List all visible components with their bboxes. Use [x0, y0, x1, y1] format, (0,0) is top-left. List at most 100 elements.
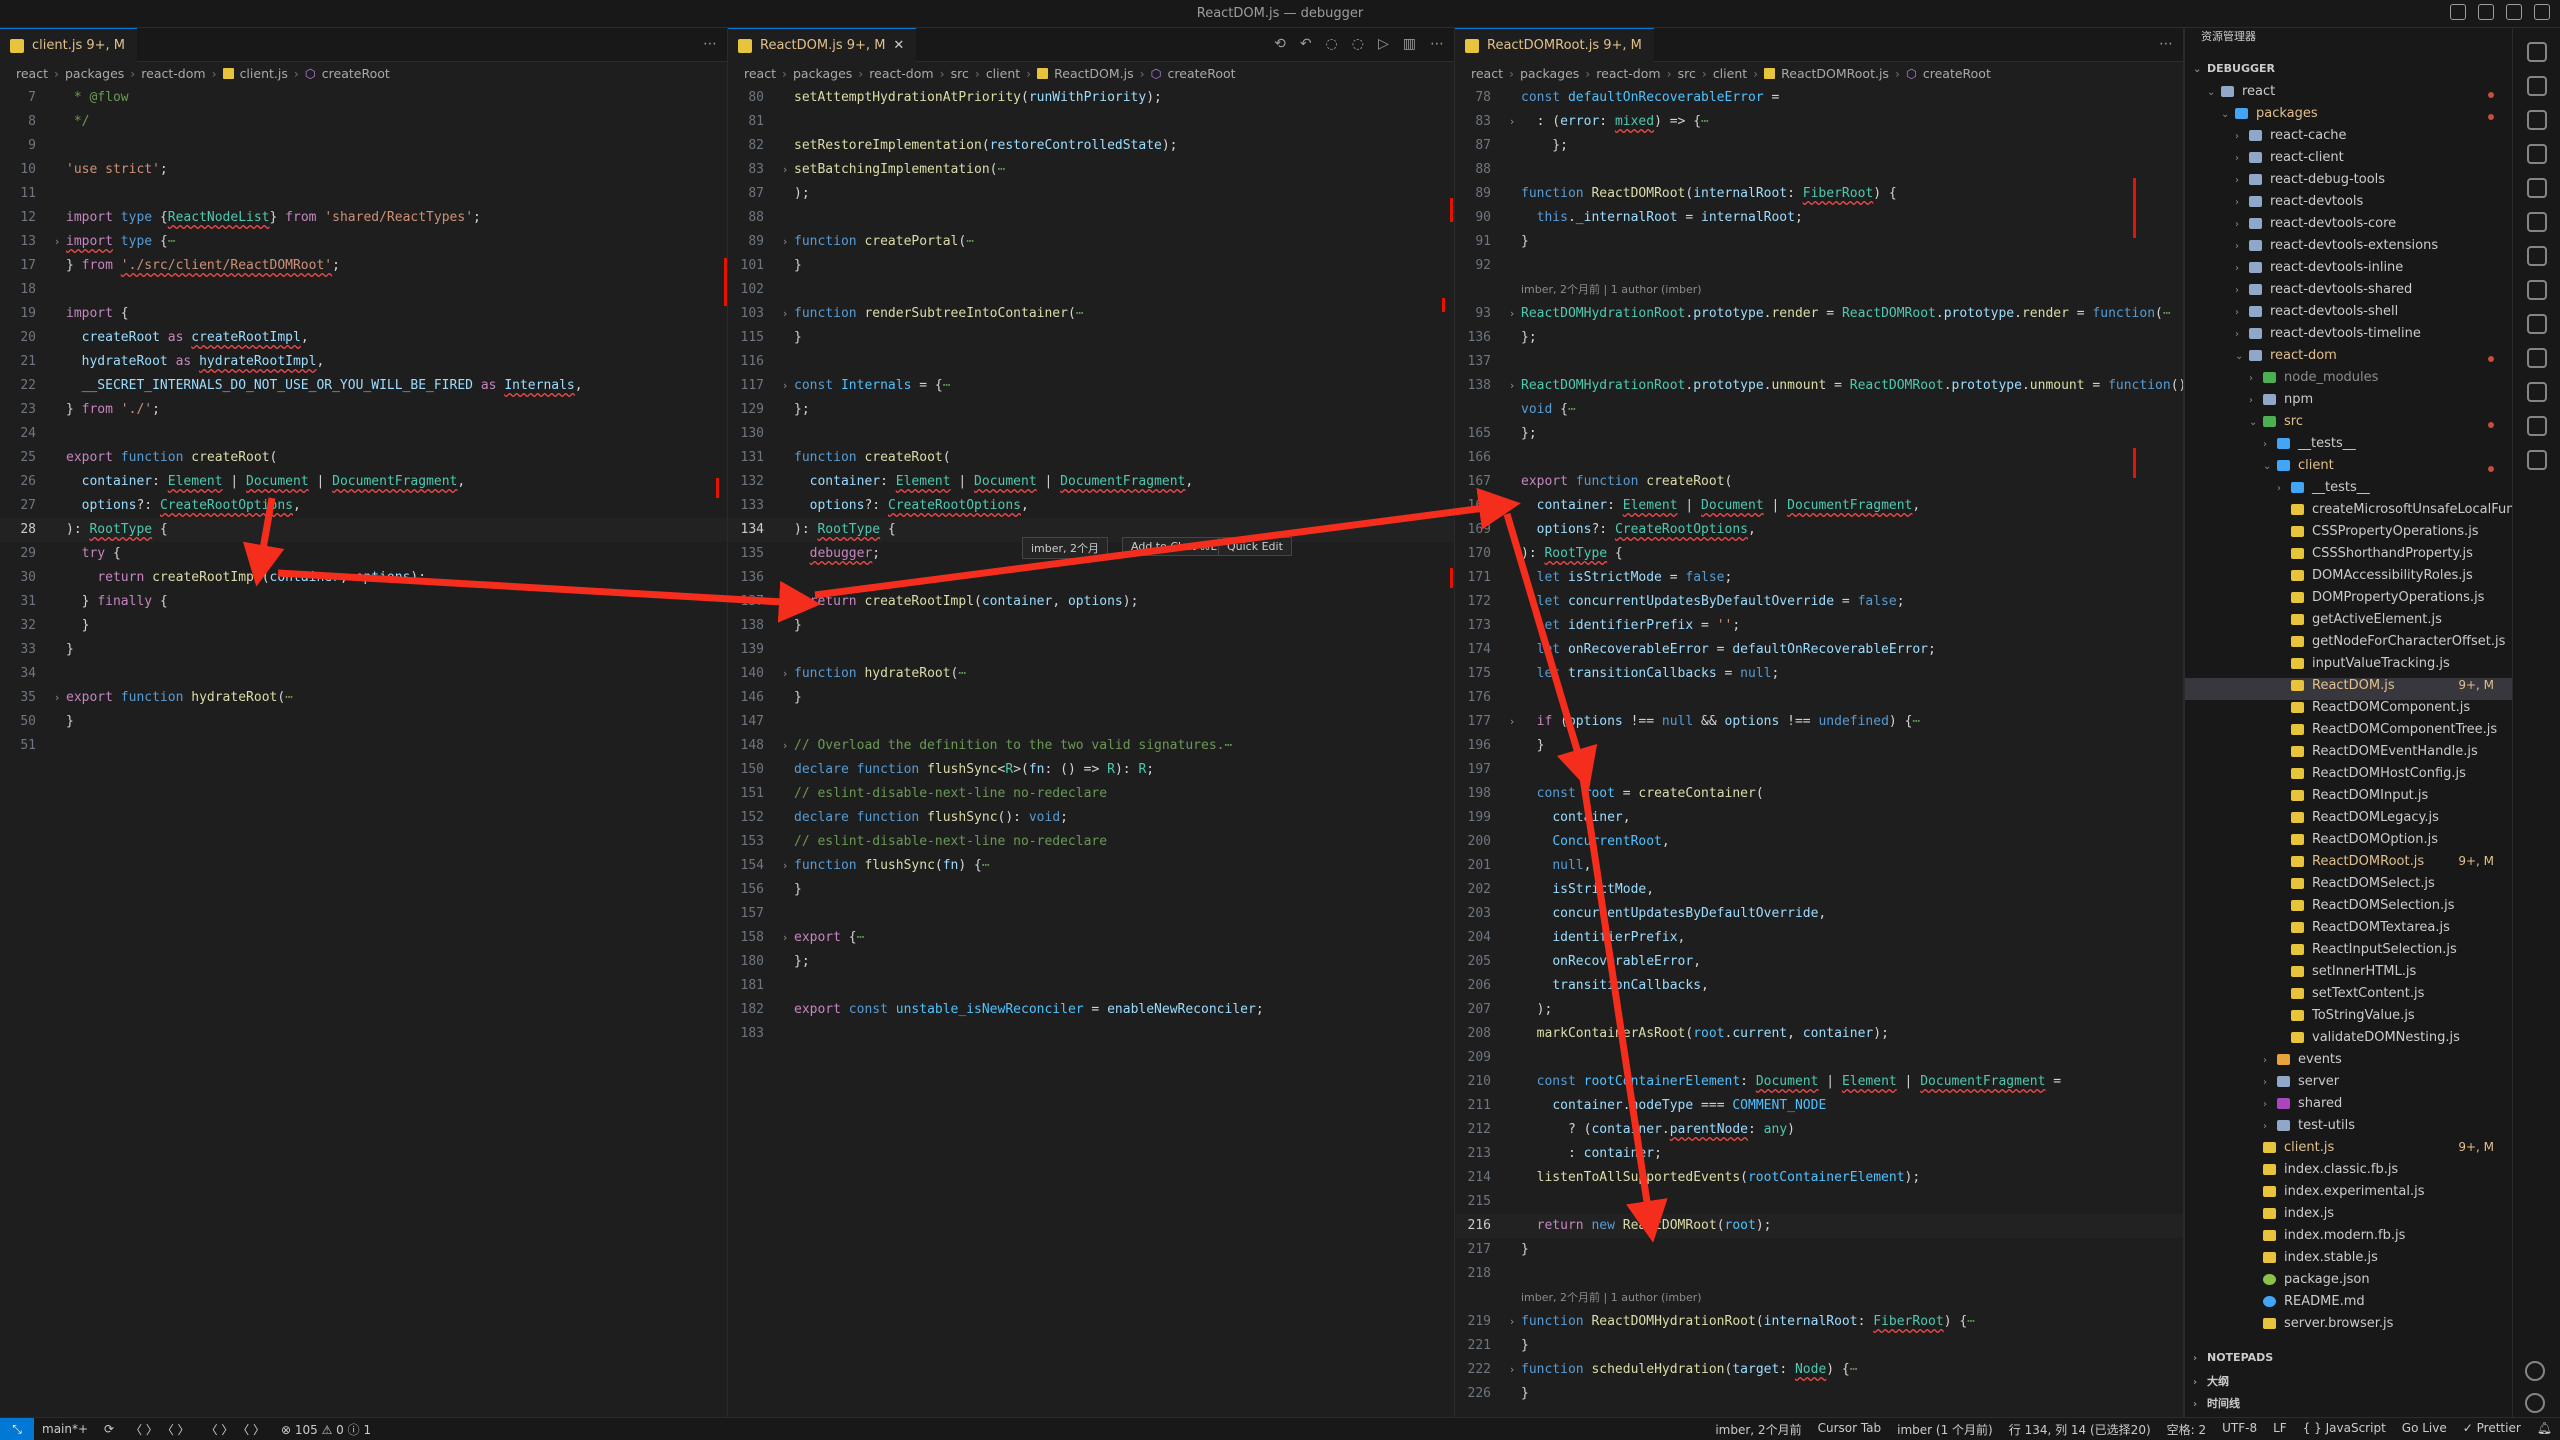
tree-file[interactable]: client.js 9+, M [2185, 1140, 2512, 1162]
quick-edit-button[interactable]: Quick Edit [1218, 537, 1292, 556]
tree-file[interactable]: index.experimental.js [2185, 1184, 2512, 1206]
code-line[interactable]: 172 let concurrentUpdatesByDefaultOverri… [1455, 590, 2183, 614]
tab-client-js[interactable]: client.js 9+, M [0, 28, 137, 62]
tree-file[interactable]: ReactDOMHostConfig.js [2185, 766, 2512, 788]
timeline-icon[interactable] [2526, 280, 2547, 300]
tree-file[interactable]: index.js [2185, 1206, 2512, 1228]
code-line[interactable]: 177 › if (options !== null && options !==… [1455, 710, 2183, 734]
tree-folder[interactable]: ⌄ src [2185, 414, 2512, 436]
code-line[interactable]: 132 container: Element | Document | Docu… [728, 470, 1454, 494]
code-line[interactable]: 212 ? (container.parentNode: any) [1455, 1118, 2183, 1142]
tree-file[interactable]: ReactDOMRoot.js 9+, M [2185, 854, 2512, 876]
code-line[interactable]: 139 [728, 638, 1454, 662]
tree-file[interactable]: ReactDOMLegacy.js [2185, 810, 2512, 832]
code-line[interactable]: 209 [1455, 1046, 2183, 1070]
code-line[interactable]: 29 try { [0, 542, 727, 566]
fold-chevron-icon[interactable]: › [1503, 1310, 1521, 1334]
code-line[interactable]: 80 setAttemptHydrationAtPriority(runWithP… [728, 86, 1454, 110]
prev-change-icon[interactable]: ◌ [1326, 36, 1338, 52]
code-line[interactable]: 81 [728, 110, 1454, 134]
code-line[interactable]: 13 › import type {⋯ [0, 230, 727, 254]
code-line[interactable]: 51 [0, 734, 727, 758]
code-line[interactable]: 82 setRestoreImplementation(restoreContro… [728, 134, 1454, 158]
code-line[interactable]: 87 }; [1455, 134, 2183, 158]
code-line[interactable]: 88 [1455, 158, 2183, 182]
code-line[interactable]: 200 ConcurrentRoot, [1455, 830, 2183, 854]
tree-file[interactable]: CSSShorthandProperty.js [2185, 546, 2512, 568]
code-line[interactable]: 137 return createRootImpl(container, opt… [728, 590, 1454, 614]
fold-chevron-icon[interactable]: › [776, 926, 794, 950]
tab-reactdomroot-js[interactable]: ReactDOMRoot.js 9+, M [1455, 28, 1654, 62]
code-line[interactable]: 183 [728, 1022, 1454, 1046]
tree-folder[interactable]: › react-cache [2185, 128, 2512, 150]
code-line[interactable]: 181 [728, 974, 1454, 998]
crumb[interactable]: createRoot [1168, 66, 1236, 81]
tree-folder[interactable]: ⌄ react [2185, 84, 2512, 106]
code-line[interactable]: 12 import type {ReactNodeList} from 'shar… [0, 206, 727, 230]
code-line[interactable]: 151 // eslint-disable-next-line no-redecl… [728, 782, 1454, 806]
code-line[interactable]: 148 ›// Overload the definition to the tw… [728, 734, 1454, 758]
code-line[interactable]: 35 › export function hydrateRoot(⋯ [0, 686, 727, 710]
status-encoding[interactable]: UTF-8 [2214, 1421, 2265, 1438]
code-line[interactable]: 157 [728, 902, 1454, 926]
code-line[interactable]: 218 [1455, 1262, 2183, 1286]
code-line[interactable]: 17} from './src/client/ReactDOMRoot'; [0, 254, 727, 278]
tree-file[interactable]: index.classic.fb.js [2185, 1162, 2512, 1184]
status-problems[interactable]: ⊗ 105 ⚠ 0 ⓘ 1 [273, 1421, 379, 1438]
code-editor[interactable]: 7 * @flow 8 */9 10'use strict'; 11 12 import … [0, 84, 727, 758]
tree-file[interactable]: ReactDOMEventHandle.js [2185, 744, 2512, 766]
extensions-icon[interactable] [2526, 144, 2547, 164]
crumb[interactable]: react-dom [1596, 66, 1660, 81]
breadcrumb[interactable]: react › packages › react-dom › client.js › ⬡… [0, 62, 727, 84]
code-line[interactable]: 202 isStrictMode, [1455, 878, 2183, 902]
code-line[interactable]: 198 const root = createContainer( [1455, 782, 2183, 806]
tree-file[interactable]: getActiveElement.js [2185, 612, 2512, 634]
code-line[interactable]: 103 › function renderSubtreeIntoContainer(… [728, 302, 1454, 326]
gear-icon[interactable] [2534, 4, 2550, 20]
code-line[interactable]: 204 identifierPrefix, [1455, 926, 2183, 950]
tree-file[interactable]: ReactDOMComponent.js [2185, 700, 2512, 722]
code-line[interactable]: 89 function ReactDOMRoot(internalRoot: Fi… [1455, 182, 2183, 206]
code-line[interactable]: 156} [728, 878, 1454, 902]
crumb[interactable]: client [986, 66, 1020, 81]
code-line[interactable]: 28): RootType { [0, 518, 727, 542]
code-line[interactable]: 133 options?: CreateRootOptions, [728, 494, 1454, 518]
explorer-sidebar[interactable]: 资源管理器 ⌄ DEBUGGER ⌄ react ⌄ packages › react-cac… [2184, 28, 2512, 1417]
tree-file[interactable]: server.browser.js [2185, 1316, 2512, 1338]
code-line[interactable]: 9 [0, 134, 727, 158]
crumb[interactable]: react [744, 66, 776, 81]
code-line[interactable]: 205 onRecoverableError, [1455, 950, 2183, 974]
code-editor[interactable]: 80 setAttemptHydrationAtPriority(runWithP… [728, 84, 1454, 1046]
status-eol[interactable]: LF [2265, 1421, 2295, 1438]
code-line[interactable]: 23} from './'; [0, 398, 727, 422]
code-line[interactable]: 146} [728, 686, 1454, 710]
code-line[interactable]: 150 declare function flushSync<R>(fn: () … [728, 758, 1454, 782]
back-icon[interactable]: ↶ [1300, 36, 1312, 52]
editor-pane-client[interactable]: client.js 9+, M ⋯ react › packages › react… [0, 28, 728, 1417]
remote-icon[interactable] [2526, 314, 2547, 334]
tree-folder[interactable]: › events [2185, 1052, 2512, 1074]
tree-file[interactable]: ⌄ DEBUGGER [2185, 62, 2512, 84]
database-icon[interactable] [2526, 212, 2547, 232]
code-editor[interactable]: 78 const defaultOnRecoverableError = 83 › :… [1455, 84, 2183, 1406]
code-line[interactable]: 158 › export {⋯ [728, 926, 1454, 950]
code-line[interactable]: 33} [0, 638, 727, 662]
code-line[interactable]: 21 hydrateRoot as hydrateRootImpl, [0, 350, 727, 374]
tree-file[interactable]: README.md [2185, 1294, 2512, 1316]
tree-folder[interactable]: › server [2185, 1074, 2512, 1096]
tree-folder[interactable]: › react-devtools-inline [2185, 260, 2512, 282]
code-line[interactable]: 136 [728, 566, 1454, 590]
crumb[interactable]: react-dom [141, 66, 205, 81]
more-actions-icon[interactable]: ⋯ [703, 36, 717, 52]
code-line[interactable]: 180}; [728, 950, 1454, 974]
code-line[interactable]: 32 } [0, 614, 727, 638]
section-outline[interactable]: › 大纲 [2185, 1373, 2512, 1395]
tree-file[interactable]: setInnerHTML.js [2185, 964, 2512, 986]
crumb[interactable]: src [1678, 66, 1696, 81]
crumb[interactable]: packages [793, 66, 852, 81]
tree-file[interactable]: DOMAccessibilityRoles.js [2185, 568, 2512, 590]
close-icon[interactable]: ✕ [893, 38, 904, 53]
tree-file[interactable]: inputValueTracking.js [2185, 656, 2512, 678]
code-line[interactable]: 88 [728, 206, 1454, 230]
code-line[interactable]: 199 container, [1455, 806, 2183, 830]
